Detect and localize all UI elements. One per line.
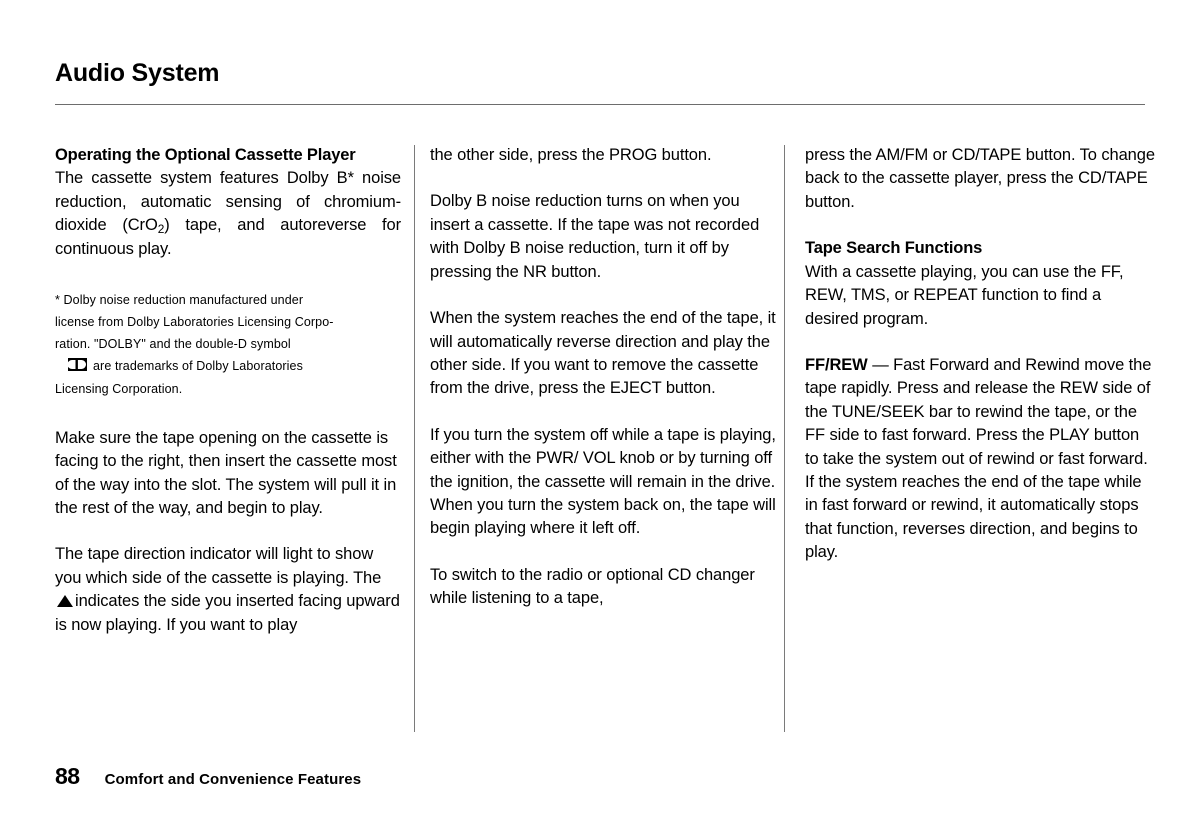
paragraph-amfm-cdtape: press the AM/FM or CD/TAPE button. To ch… xyxy=(805,146,1155,211)
paragraph-ff-rew: FF/REW — Fast Forward and Rewind move th… xyxy=(805,354,1157,565)
document-page: Audio System Operating the Optional Cass… xyxy=(0,0,1200,819)
dolby-footnote: * Dolby noise reduction manufactured und… xyxy=(55,289,401,400)
paragraph-tape-search-intro: With a cassette playing, you can use the… xyxy=(805,262,1124,328)
footnote-line-4: are trademarks of Dolby Laboratories xyxy=(55,355,401,377)
paragraph-system-off-behavior: If you turn the system off while a tape … xyxy=(430,425,776,538)
paragraph-insert-cassette: Make sure the tape opening on the casset… xyxy=(55,428,397,518)
column-divider-right xyxy=(784,145,785,732)
footnote-line-1: * Dolby noise reduction manufactured und… xyxy=(55,292,304,307)
up-triangle-icon xyxy=(57,595,73,608)
heading-tape-search-functions: Tape Search Functions xyxy=(805,239,983,258)
column-one: Operating the Optional Cassette Player T… xyxy=(55,144,401,637)
heading-operating-cassette-player: Operating the Optional Cassette Player xyxy=(55,146,356,164)
header-divider-rule xyxy=(55,104,1145,105)
page-title: Audio System xyxy=(55,59,220,87)
paragraph-dolby-b-nr: Dolby B noise reduction turns on when yo… xyxy=(430,192,760,281)
footnote-line-4-text: are trademarks of Dolby Laboratories xyxy=(93,359,303,374)
footer-section-title: Comfort and Convenience Features xyxy=(104,771,362,788)
footnote-line-3: ration. "DOLBY" and the double-D symbol xyxy=(55,337,291,352)
paragraph-ff-rew-text: Fast Forward and Rewind move the tape ra… xyxy=(805,355,1152,562)
column-divider-left xyxy=(414,145,415,732)
paragraph-tape-direction-text-a: The tape direction indicator will light … xyxy=(55,545,382,587)
footnote-line-2: license from Dolby Laboratories Licensin… xyxy=(55,314,334,329)
ff-rew-label: FF/REW xyxy=(805,355,868,374)
dolby-double-d-icon xyxy=(68,358,87,372)
page-number: 88 xyxy=(55,763,80,789)
paragraph-prog-button: the other side, press the PROG button. xyxy=(430,146,712,164)
paragraph-cassette-features: The cassette system features Dolby B* no… xyxy=(55,167,401,261)
page-footer: 88 Comfort and Convenience Features xyxy=(55,763,361,790)
paragraph-tape-direction-indicator: The tape direction indicator will light … xyxy=(55,543,401,637)
footnote-line-5: Licensing Corporation. xyxy=(55,381,183,396)
paragraph-switch-to-radio: To switch to the radio or optional CD ch… xyxy=(430,565,755,608)
column-two: the other side, press the PROG button. D… xyxy=(430,144,776,611)
ff-rew-dash: — xyxy=(872,355,889,374)
column-three: press the AM/FM or CD/TAPE button. To ch… xyxy=(805,144,1157,565)
paragraph-autoreverse-eject: When the system reaches the end of the t… xyxy=(430,309,776,398)
paragraph-tape-direction-text-b: indicates the side you inserted facing u… xyxy=(55,592,400,634)
